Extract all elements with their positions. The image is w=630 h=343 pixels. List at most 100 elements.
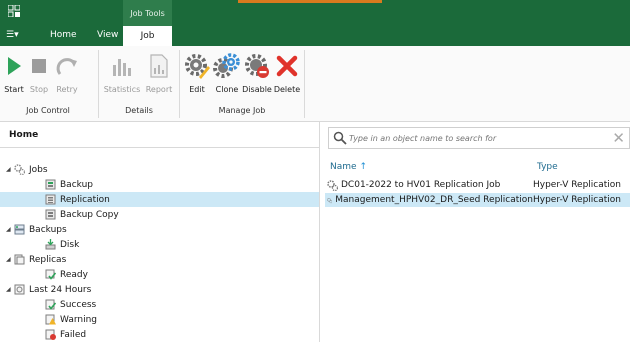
title-bar: Job Tools ☰▾ Home View Job: [0, 0, 630, 46]
app-menu-icon[interactable]: [8, 5, 20, 17]
ribbon-divider: [98, 50, 99, 118]
job-control-group-label: Job Control: [26, 106, 70, 115]
clear-search-icon[interactable]: ✕: [612, 129, 625, 147]
manage-job-group-label: Manage Job: [218, 106, 266, 115]
job-tools-title: Job Tools: [130, 9, 165, 18]
job-type: Hyper-V Replication: [533, 195, 622, 205]
column-header-type[interactable]: Type: [537, 162, 558, 172]
tree-item-warning[interactable]: Warning: [0, 312, 319, 327]
edit-gear-icon: [183, 52, 211, 80]
failed-icon: [45, 329, 56, 340]
tab-view[interactable]: View: [97, 30, 118, 40]
retry-icon: [54, 52, 80, 80]
retry-label: Retry: [56, 85, 78, 94]
main-menu-button[interactable]: ☰▾: [6, 30, 19, 40]
tree-item-backup[interactable]: Backup: [0, 177, 319, 192]
retry-button[interactable]: Retry: [54, 52, 80, 94]
collapse-arrow-icon[interactable]: ◢: [6, 286, 14, 293]
tree-item-success[interactable]: Success: [0, 297, 319, 312]
table-row[interactable]: DC01-2022 to HV01 Replication Job Hyper-…: [325, 178, 630, 192]
table-row[interactable]: Management_HPHV02_DR_Seed Replication Hy…: [325, 193, 630, 207]
report-label: Report: [145, 85, 173, 94]
tree-item-label: Disk: [60, 239, 80, 250]
statistics-button[interactable]: Statistics: [103, 52, 141, 94]
replicas-icon: [14, 254, 25, 265]
stop-label: Stop: [29, 85, 49, 94]
report-button[interactable]: Report: [143, 52, 175, 94]
success-icon: [45, 299, 57, 310]
start-button[interactable]: Start: [3, 52, 25, 94]
tree-item-label: Backups: [29, 224, 67, 235]
sort-ascending-icon: ↑: [359, 162, 367, 172]
disable-gear-icon: [242, 52, 272, 80]
collapse-arrow-icon[interactable]: ◢: [6, 256, 14, 263]
ribbon: Start Stop Retry Job Control Statistics: [0, 46, 630, 122]
job-name-cell: Management_HPHV02_DR_Seed Replication: [325, 195, 533, 206]
tree-item-ready[interactable]: Ready: [0, 267, 319, 282]
job-gears-icon: [327, 197, 333, 203]
search-box[interactable]: ✕: [328, 127, 630, 149]
last-24-hours-icon: [14, 284, 25, 295]
tree-item-label: Warning: [60, 314, 98, 325]
search-input[interactable]: [349, 131, 599, 145]
content-panel: ✕ Name ↑ Type DC01-2022 to HV01 Replicat…: [321, 122, 630, 342]
tree-item-label: Replicas: [29, 254, 67, 265]
tree-item-label: Replication: [60, 194, 110, 205]
replication-job-icon: [45, 194, 56, 205]
tree-item-backups[interactable]: ◢ Backups: [0, 222, 319, 237]
delete-x-icon: [273, 52, 301, 80]
tree-item-disk[interactable]: Disk: [0, 237, 319, 252]
disable-label: Disable: [242, 85, 272, 94]
clone-button[interactable]: Clone: [212, 52, 242, 94]
tree-item-last-24-hours[interactable]: ◢ Last 24 Hours: [0, 282, 319, 297]
statistics-icon: [103, 52, 141, 80]
delete-button[interactable]: Delete: [273, 52, 301, 94]
edit-label: Edit: [189, 85, 205, 94]
tree-item-label: Failed: [60, 329, 87, 340]
edit-button[interactable]: Edit: [183, 52, 211, 94]
play-icon: [3, 52, 25, 80]
job-gears-icon: [327, 179, 338, 191]
tree-item-backup-copy[interactable]: Backup Copy: [0, 207, 319, 222]
delete-label: Delete: [273, 85, 301, 94]
tree-item-jobs[interactable]: ◢ Jobs: [0, 162, 319, 177]
tree-item-label: Backup: [60, 179, 93, 190]
job-tools-header: Job Tools: [123, 0, 172, 26]
warning-icon: [45, 314, 56, 325]
start-label: Start: [4, 85, 24, 94]
accent-line: [238, 0, 382, 3]
disk-icon: [45, 239, 56, 250]
tree-item-failed[interactable]: Failed: [0, 327, 319, 342]
stop-button[interactable]: Stop: [27, 52, 51, 94]
backups-repository-icon: [14, 224, 25, 235]
clone-gear-icon: [212, 52, 242, 80]
stop-icon: [27, 52, 51, 80]
ribbon-divider: [179, 50, 180, 118]
collapse-arrow-icon[interactable]: ◢: [6, 226, 14, 233]
tree-item-label: Backup Copy: [60, 209, 119, 220]
clone-label: Clone: [215, 85, 239, 94]
tree-item-label: Ready: [60, 269, 88, 280]
tree-item-label: Success: [60, 299, 97, 310]
tab-job[interactable]: Job: [123, 26, 172, 46]
job-name-cell: DC01-2022 to HV01 Replication Job: [325, 179, 533, 191]
tree-item-replication[interactable]: Replication: [0, 192, 319, 207]
tab-home[interactable]: Home: [50, 30, 77, 40]
backup-job-icon: [45, 179, 56, 190]
navigation-panel: Home ◢ Jobs Backup Replication Backup Co…: [0, 122, 320, 342]
column-header-name[interactable]: Name ↑: [330, 162, 367, 172]
tree-item-label: Last 24 Hours: [29, 284, 92, 295]
navigation-title: Home: [0, 122, 319, 148]
job-name: DC01-2022 to HV01 Replication Job: [341, 180, 501, 190]
tree-item-label: Jobs: [29, 164, 48, 175]
backup-copy-job-icon: [45, 209, 56, 220]
jobs-gears-icon: [14, 164, 26, 176]
report-icon: [143, 52, 175, 80]
tree-item-replicas[interactable]: ◢ Replicas: [0, 252, 319, 267]
disable-button[interactable]: Disable: [242, 52, 272, 94]
ready-replica-icon: [45, 269, 57, 280]
statistics-label: Statistics: [103, 85, 141, 94]
search-icon: [333, 131, 347, 145]
collapse-arrow-icon[interactable]: ◢: [6, 166, 14, 173]
ribbon-divider: [304, 50, 305, 118]
